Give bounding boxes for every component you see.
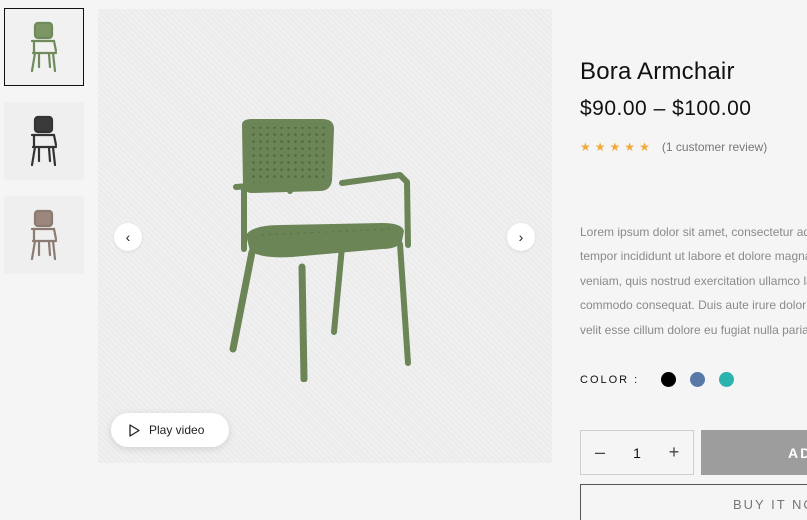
buy-now-button[interactable]: BUY IT NOW: [580, 484, 807, 520]
chair-thumbnail-icon: [30, 115, 58, 167]
next-image-button[interactable]: ›: [507, 223, 535, 251]
star-icon: ★: [624, 140, 636, 154]
product-gallery: ‹ › Play video: [98, 9, 552, 463]
thumbnail-list: [4, 8, 84, 290]
quantity-input[interactable]: 1: [633, 445, 641, 461]
chair-product-image: [229, 119, 411, 382]
product-description: Lorem ipsum dolor sit amet, consectetur …: [580, 220, 807, 342]
color-label: COLOR :: [580, 373, 640, 386]
star-rating: ★ ★ ★ ★ ★: [580, 140, 650, 154]
product-info: Bora Armchair $90.00 – $100.00 ★ ★ ★ ★ ★…: [580, 0, 807, 520]
color-swatch-teal[interactable]: [719, 372, 735, 387]
description-line: tempor incididunt ut labore et dolore ma…: [580, 249, 807, 264]
add-to-cart-button[interactable]: AD: [701, 430, 807, 475]
description-line: velit esse cillum dolore eu fugiat nulla…: [580, 322, 807, 337]
product-rating: ★ ★ ★ ★ ★ (1 customer review): [580, 140, 767, 154]
product-title: Bora Armchair: [580, 58, 735, 85]
star-icon: ★: [639, 140, 650, 154]
chevron-left-icon: ‹: [125, 229, 131, 245]
star-icon: ★: [580, 140, 591, 154]
thumbnail-green-chair[interactable]: [4, 8, 84, 86]
quantity-stepper: – 1 +: [580, 430, 694, 475]
description-line: commodo consequat. Duis aute irure dolor…: [580, 298, 807, 313]
description-line: veniam, quis nostrud exercitation ullamc…: [580, 273, 807, 288]
description-line: Lorem ipsum dolor sit amet, consectetur …: [580, 225, 807, 239]
star-icon: ★: [609, 140, 621, 154]
quantity-increase-button[interactable]: +: [667, 442, 681, 463]
customer-review-link[interactable]: (1 customer review): [662, 140, 767, 154]
color-swatch-blue[interactable]: [690, 372, 706, 387]
product-price: $90.00 – $100.00: [580, 97, 752, 120]
chevron-right-icon: ›: [518, 229, 524, 245]
thumbnail-black-chair[interactable]: [4, 102, 84, 180]
color-selector: COLOR :: [580, 372, 735, 387]
chair-thumbnail-icon: [30, 21, 58, 73]
star-icon: ★: [594, 140, 606, 154]
chair-thumbnail-icon: [30, 209, 58, 261]
play-icon: [129, 423, 140, 437]
play-video-label: Play video: [149, 423, 205, 437]
quantity-decrease-button[interactable]: –: [593, 442, 607, 463]
thumbnail-taupe-chair[interactable]: [4, 196, 84, 274]
color-swatch-black[interactable]: [661, 372, 677, 387]
previous-image-button[interactable]: ‹: [114, 223, 142, 251]
play-video-button[interactable]: Play video: [111, 413, 229, 447]
